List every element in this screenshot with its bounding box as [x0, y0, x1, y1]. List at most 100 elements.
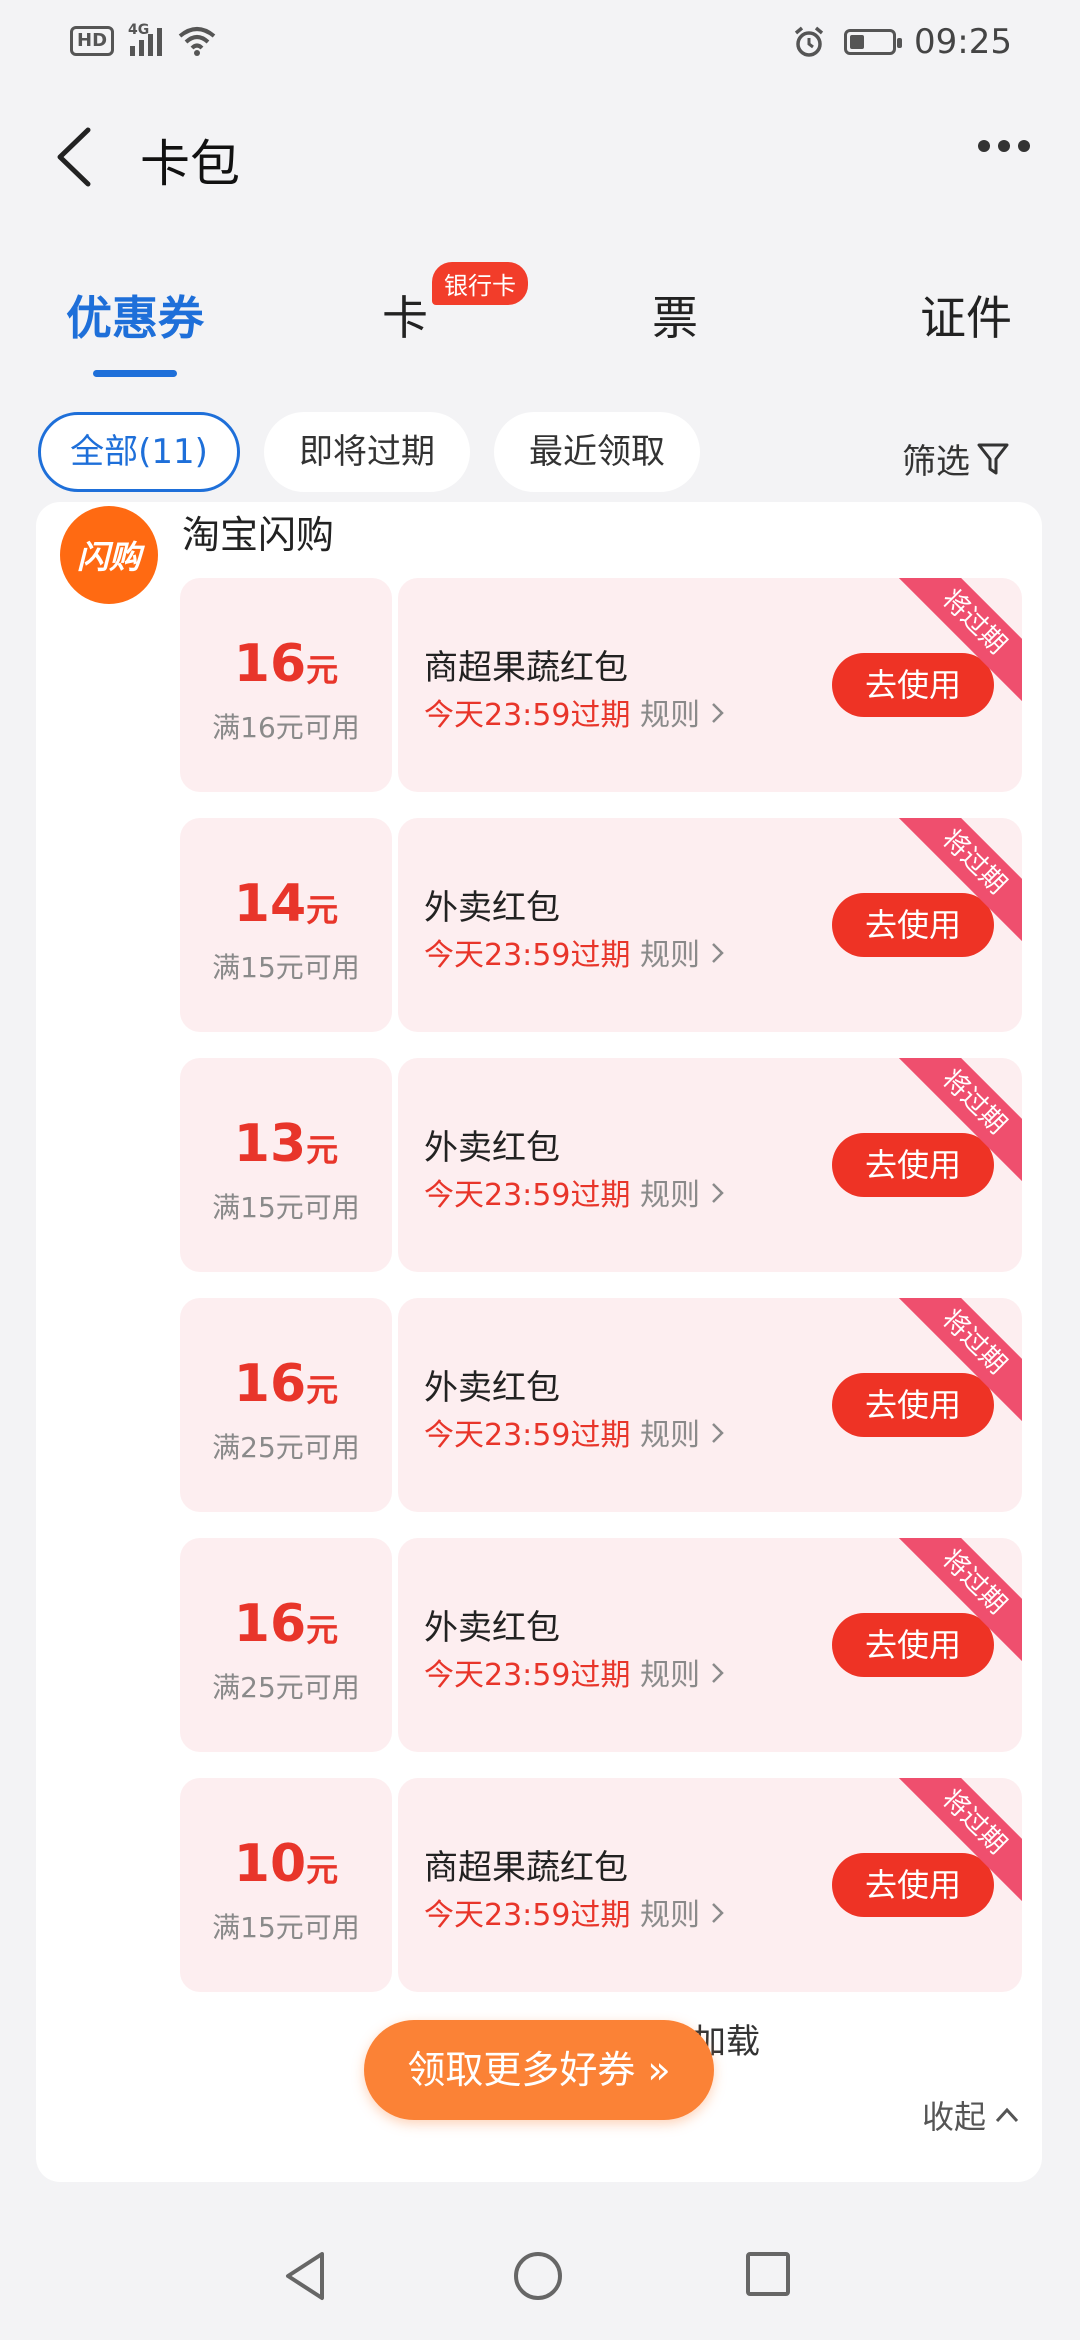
- use-coupon-button[interactable]: 去使用: [832, 1853, 994, 1917]
- shop-name: 淘宝闪购: [182, 513, 335, 557]
- coupon-rule-label: 规则: [640, 1178, 700, 1213]
- use-coupon-button[interactable]: 去使用: [832, 653, 994, 717]
- more-options-icon[interactable]: [978, 140, 1030, 152]
- coupon-expire: 今天23:59过期: [424, 1178, 631, 1213]
- tab-ids[interactable]: 证件: [896, 282, 1036, 348]
- coupon-rule-link[interactable]: 规则: [640, 1650, 726, 1694]
- coupon-rule-label: 规则: [640, 1898, 700, 1933]
- chip-expiring[interactable]: 即将过期: [264, 412, 470, 492]
- coupon-amount: 10元: [180, 1834, 392, 1894]
- coupon-expire: 今天23:59过期: [424, 1658, 631, 1693]
- coupon-expire: 今天23:59过期: [424, 938, 631, 973]
- coupon-amount: 16元: [180, 634, 392, 694]
- coupon-condition: 满15元可用: [212, 1191, 360, 1224]
- tab-tickets[interactable]: 票: [640, 282, 710, 348]
- coupon-amount-unit: 元: [306, 1611, 339, 1649]
- coupon-value-panel: 13元 满15元可用: [180, 1058, 392, 1272]
- claim-more-coupons-button[interactable]: 领取更多好券 »: [364, 2020, 714, 2120]
- nav-home-icon[interactable]: [514, 2252, 562, 2300]
- coupon-rule-link[interactable]: 规则: [640, 1890, 726, 1934]
- coupon-amount-unit: 元: [306, 651, 339, 689]
- coupon-rule-link[interactable]: 规则: [640, 690, 726, 734]
- filter-button[interactable]: 筛选: [902, 434, 1010, 483]
- coupon-value-panel: 16元 满25元可用: [180, 1298, 392, 1512]
- coupon-amount-unit: 元: [306, 1851, 339, 1889]
- chip-all[interactable]: 全部(11): [38, 412, 240, 492]
- tab-coupons[interactable]: 优惠券: [58, 282, 212, 348]
- network-type: 4G: [128, 22, 150, 38]
- coupon-value-panel: 10元 满15元可用: [180, 1778, 392, 1992]
- coupon-info-panel: 外卖红包 今天23:59过期 规则 去使用 将过期: [398, 818, 1022, 1032]
- coupon-rule-link[interactable]: 规则: [640, 1410, 726, 1454]
- coupon-rule-label: 规则: [640, 1658, 700, 1693]
- coupon-info-panel: 商超果蔬红包 今天23:59过期 规则 去使用 将过期: [398, 578, 1022, 792]
- use-coupon-button[interactable]: 去使用: [832, 893, 994, 957]
- coupon-expire: 今天23:59过期: [424, 698, 631, 733]
- coupon-amount: 16元: [180, 1354, 392, 1414]
- filter-chips: 全部(11) 即将过期 最近领取 筛选: [0, 412, 1080, 502]
- wifi-icon: [178, 27, 216, 56]
- nav-back-icon[interactable]: [282, 2250, 328, 2302]
- coupon-rule-link[interactable]: 规则: [640, 1170, 726, 1214]
- coupon-name: 外卖红包: [424, 1608, 560, 1648]
- coupon-name: 外卖红包: [424, 1368, 560, 1408]
- use-coupon-button[interactable]: 去使用: [832, 1373, 994, 1437]
- system-nav-bar: [0, 2220, 1080, 2340]
- coupon-amount-unit: 元: [306, 1131, 339, 1169]
- coupon-info-panel: 商超果蔬红包 今天23:59过期 规则 去使用 将过期: [398, 1778, 1022, 1992]
- coupon-amount-number: 16: [233, 1354, 307, 1414]
- signal-icon: 4G: [128, 22, 163, 56]
- coupon-item: 16元 满16元可用 商超果蔬红包 今天23:59过期 规则 去使用 将过期: [180, 578, 1022, 792]
- status-time: 09:25: [914, 22, 1012, 62]
- coupon-name: 外卖红包: [424, 1128, 560, 1168]
- nav-recent-apps-icon[interactable]: [746, 2252, 790, 2296]
- coupon-amount: 14元: [180, 874, 392, 934]
- shop-logo: 闪购: [60, 506, 158, 604]
- chip-recent[interactable]: 最近领取: [494, 412, 700, 492]
- chevron-up-icon: [995, 2107, 1019, 2123]
- coupon-amount-number: 13: [233, 1114, 307, 1174]
- bank-card-badge: 银行卡: [432, 262, 528, 305]
- coupon-item: 16元 满25元可用 外卖红包 今天23:59过期 规则 去使用 将过期: [180, 1538, 1022, 1752]
- chevron-right-icon: [711, 1903, 724, 1923]
- coupon-amount: 13元: [180, 1114, 392, 1174]
- chevron-right-icon: [711, 1663, 724, 1683]
- collapse-button[interactable]: 收起: [922, 2092, 1020, 2138]
- use-coupon-button[interactable]: 去使用: [832, 1133, 994, 1197]
- hd-icon: HD: [70, 26, 115, 56]
- coupon-condition: 满25元可用: [212, 1671, 360, 1704]
- coupon-value-panel: 14元 满15元可用: [180, 818, 392, 1032]
- status-right: 09:25: [792, 22, 1012, 62]
- coupon-list-card: 闪购 淘宝闪购 16元 满16元可用 商超果蔬红包 今天23:59过期 规则 去…: [36, 502, 1042, 2182]
- coupon-expire: 今天23:59过期: [424, 1898, 631, 1933]
- page-title: 卡包: [140, 135, 240, 193]
- coupon-amount: 16元: [180, 1594, 392, 1654]
- coupon-info-panel: 外卖红包 今天23:59过期 规则 去使用 将过期: [398, 1058, 1022, 1272]
- coupon-info-panel: 外卖红包 今天23:59过期 规则 去使用 将过期: [398, 1538, 1022, 1752]
- tab-cards[interactable]: 卡: [370, 282, 440, 348]
- coupon-rule-link[interactable]: 规则: [640, 930, 726, 974]
- funnel-icon: [977, 443, 1009, 474]
- status-bar: HD 4G 09:25: [0, 0, 1080, 90]
- coupon-info-panel: 外卖红包 今天23:59过期 规则 去使用 将过期: [398, 1298, 1022, 1512]
- coupon-condition: 满15元可用: [212, 1911, 360, 1944]
- coupon-amount-number: 14: [233, 874, 307, 934]
- chevron-right-icon: [711, 703, 724, 723]
- tab-bar: 优惠券 卡 票 证件: [0, 270, 1080, 380]
- coupon-condition: 满16元可用: [212, 711, 360, 744]
- coupon-name: 商超果蔬红包: [424, 648, 628, 688]
- coupon-condition: 满25元可用: [212, 1431, 360, 1464]
- battery-icon: [844, 29, 903, 55]
- coupon-expire: 今天23:59过期: [424, 1418, 631, 1453]
- chevron-right-icon: [711, 1183, 724, 1203]
- coupon-rule-label: 规则: [640, 698, 700, 733]
- use-coupon-button[interactable]: 去使用: [832, 1613, 994, 1677]
- coupon-item: 10元 满15元可用 商超果蔬红包 今天23:59过期 规则 去使用 将过期: [180, 1778, 1022, 1992]
- coupon-rule-label: 规则: [640, 938, 700, 973]
- coupon-amount-number: 16: [233, 634, 307, 694]
- coupon-item: 13元 满15元可用 外卖红包 今天23:59过期 规则 去使用 将过期: [180, 1058, 1022, 1272]
- back-arrow-icon[interactable]: [48, 122, 108, 192]
- coupon-value-panel: 16元 满25元可用: [180, 1538, 392, 1752]
- coupon-name: 商超果蔬红包: [424, 1848, 628, 1888]
- active-tab-indicator: [93, 370, 177, 377]
